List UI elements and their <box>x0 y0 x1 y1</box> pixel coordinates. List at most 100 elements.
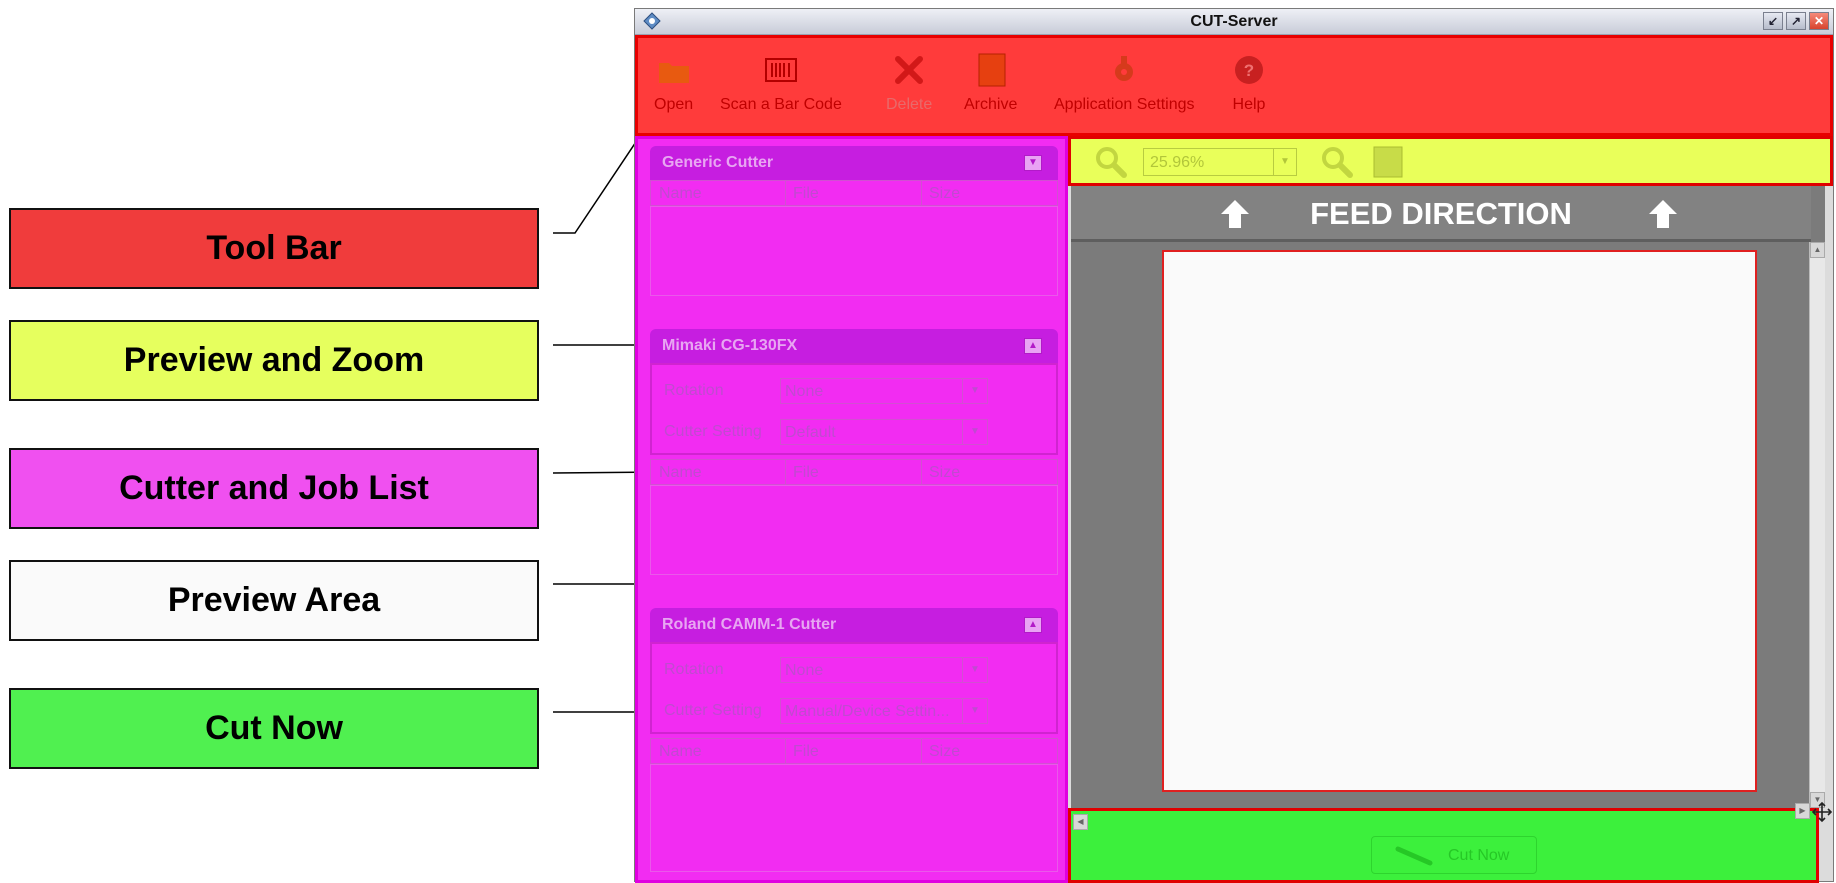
rotation-label: Rotation <box>664 382 724 399</box>
job-list-generic[interactable] <box>650 206 1058 296</box>
cutter-header-generic[interactable]: Generic Cutter ▼ <box>650 146 1058 180</box>
cutter-settings-roland: Rotation None ▼ Cutter Setting Manual/De… <box>650 642 1058 734</box>
folder-icon <box>658 63 689 83</box>
chevron-down-icon: ▼ <box>962 658 987 682</box>
cut-knife-icon <box>1395 846 1433 866</box>
collapse-icon[interactable]: ▼ <box>1024 155 1042 171</box>
open-button[interactable]: Open <box>654 50 693 114</box>
scroll-up-icon[interactable]: ▲ <box>1810 242 1825 258</box>
legend-cutter-and-job-list-label: Cutter and Job List <box>119 469 429 507</box>
close-icon[interactable]: ✕ <box>1809 12 1829 30</box>
svg-text:?: ? <box>1244 61 1254 80</box>
cutter-settings-mimaki: Rotation None ▼ Cutter Setting Default ▼ <box>650 363 1058 455</box>
col-name: Name <box>659 743 702 760</box>
app-window: CUT-Server ↙ ↗ ✕ Open Scan a Bar Code De… <box>634 8 1834 883</box>
job-list-roland[interactable] <box>650 764 1058 872</box>
legend-cut-now-label: Cut Now <box>205 709 343 747</box>
fit-page-icon[interactable] <box>1372 145 1404 179</box>
col-size: Size <box>929 464 961 481</box>
cutter-setting-select[interactable]: Default ▼ <box>780 419 988 445</box>
scroll-right-icon[interactable]: ▶ <box>1795 803 1810 819</box>
rotation-value: None <box>785 662 824 679</box>
scan-barcode-label: Scan a Bar Code <box>720 96 842 113</box>
legend-cutter-and-job-list: Cutter and Job List <box>9 448 539 529</box>
rotation-label: Rotation <box>664 661 724 678</box>
cutter-setting-value: Default <box>785 424 836 441</box>
chevron-down-icon: ▼ <box>1273 149 1296 175</box>
maximize-icon[interactable]: ↗ <box>1786 12 1806 30</box>
col-name: Name <box>659 464 702 481</box>
chevron-down-icon: ▼ <box>962 379 987 403</box>
zoom-level-value: 25.96% <box>1150 154 1205 171</box>
minimize-icon[interactable]: ↙ <box>1763 12 1783 30</box>
cutter-job-panel: Generic Cutter ▼ Name File Size Mimaki C… <box>635 136 1068 883</box>
legend-tool-bar-label: Tool Bar <box>206 229 342 267</box>
legend-tool-bar: Tool Bar <box>9 208 539 289</box>
legend-preview-area-label: Preview Area <box>167 581 381 619</box>
delete-button[interactable]: Delete <box>886 50 932 114</box>
scan-barcode-button[interactable]: Scan a Bar Code <box>720 50 842 114</box>
zoom-in-icon[interactable] <box>1319 145 1355 179</box>
vertical-scrollbar[interactable]: ▲ ▼ <box>1809 242 1825 808</box>
chevron-down-icon: ▼ <box>962 420 987 444</box>
application-settings-button[interactable]: Application Settings <box>1054 50 1195 114</box>
cutter-header-mimaki[interactable]: Mimaki CG-130FX ▲ <box>650 329 1058 363</box>
legend-preview-and-zoom: Preview and Zoom <box>9 320 539 401</box>
help-button[interactable]: ? Help <box>1232 50 1266 114</box>
cutter-name: Generic Cutter <box>662 154 774 171</box>
help-icon: ? <box>1235 56 1263 84</box>
col-size: Size <box>929 185 961 202</box>
legend-preview-and-zoom-label: Preview and Zoom <box>123 341 425 379</box>
rotation-value: None <box>785 383 824 400</box>
col-file: File <box>793 743 819 760</box>
scroll-left-icon[interactable]: ◀ <box>1073 814 1088 830</box>
legend-cut-now: Cut Now <box>9 688 539 769</box>
settings-icon <box>1115 56 1134 81</box>
cutter-header-roland[interactable]: Roland CAMM-1 Cutter ▲ <box>650 608 1058 642</box>
cut-now-button[interactable]: Cut Now <box>1371 836 1537 874</box>
feed-direction-label: FEED DIRECTION <box>1310 196 1572 231</box>
resize-icon[interactable] <box>1811 801 1833 823</box>
chevron-down-icon: ▼ <box>962 699 987 723</box>
preview-page <box>1162 250 1757 792</box>
delete-icon <box>895 56 924 84</box>
open-label: Open <box>654 96 694 113</box>
cutter-setting-label: Cutter Setting <box>664 702 762 719</box>
cutter-name: Mimaki CG-130FX <box>662 337 798 354</box>
preview-area[interactable]: FEED DIRECTION ▲ ▼ <box>1071 186 1825 808</box>
expand-icon[interactable]: ▲ <box>1024 338 1042 354</box>
window-title: CUT-Server <box>1190 13 1278 30</box>
archive-icon <box>978 53 1006 87</box>
cutter-setting-select[interactable]: Manual/Device Settin... ▼ <box>780 698 988 724</box>
col-file: File <box>793 464 819 481</box>
rotation-select[interactable]: None ▼ <box>780 657 988 683</box>
cutter-setting-label: Cutter Setting <box>664 423 762 440</box>
expand-icon[interactable]: ▲ <box>1024 617 1042 633</box>
barcode-icon <box>764 58 797 82</box>
arrow-up-icon <box>1649 200 1677 228</box>
preview-zoom-bar: 25.96% ▼ <box>1068 136 1833 186</box>
job-table-header: Name File Size <box>650 738 1058 764</box>
col-file: File <box>793 185 819 202</box>
cutter-name: Roland CAMM-1 Cutter <box>662 616 837 633</box>
application-settings-label: Application Settings <box>1054 96 1195 113</box>
job-table-header: Name File Size <box>650 180 1058 206</box>
help-label: Help <box>1232 96 1266 113</box>
delete-label: Delete <box>886 96 933 113</box>
zoom-level-select[interactable]: 25.96% ▼ <box>1143 148 1297 176</box>
toolbar: Open Scan a Bar Code Delete Archive Appl… <box>635 35 1833 136</box>
title-bar[interactable]: CUT-Server ↙ ↗ ✕ <box>635 9 1833 35</box>
cut-now-bar: ◀ Cut Now <box>1068 808 1819 883</box>
cut-now-label: Cut Now <box>1448 847 1510 864</box>
col-name: Name <box>659 185 702 202</box>
archive-label: Archive <box>964 96 1018 113</box>
job-table-header: Name File Size <box>650 459 1058 485</box>
legend-preview-area: Preview Area <box>9 560 539 641</box>
feed-direction-banner: FEED DIRECTION <box>1071 186 1811 242</box>
col-size: Size <box>929 743 961 760</box>
cutter-setting-value: Manual/Device Settin... <box>785 703 950 720</box>
archive-button[interactable]: Archive <box>964 50 1017 114</box>
job-list-mimaki[interactable] <box>650 485 1058 575</box>
zoom-out-icon[interactable] <box>1093 145 1129 179</box>
rotation-select[interactable]: None ▼ <box>780 378 988 404</box>
